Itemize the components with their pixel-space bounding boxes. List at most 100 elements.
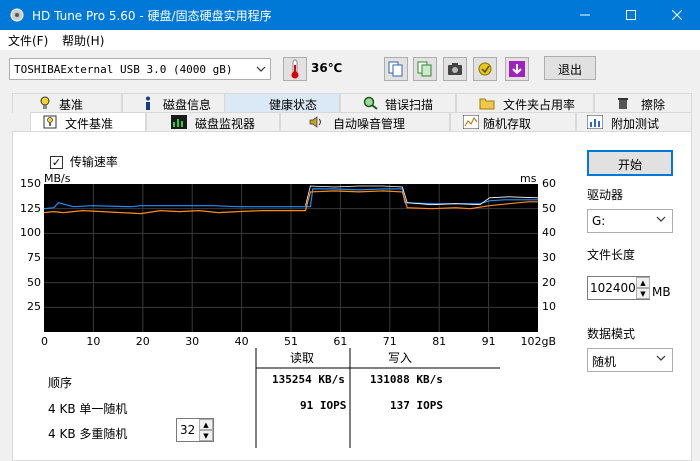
thermometer-icon (291, 59, 299, 79)
window-title: HD Tune Pro 5.60 - 硬盘/固态硬盘实用程序 (32, 9, 272, 23)
download-button[interactable] (505, 57, 529, 81)
y-left-tick-label: 125 (20, 201, 41, 215)
row-sequential-write: 131088 KB/s (370, 373, 443, 386)
file-length-unit: MB (652, 285, 671, 299)
tab-row-bottom: 文件基准 磁盘监视器 自动噪音管理 随机存取 附加测试 (12, 112, 692, 133)
tab-noise-management[interactable]: 自动噪音管理 (280, 112, 450, 132)
x-tick-label: 71 (382, 335, 397, 348)
x-tick-label: 61 (333, 335, 348, 348)
queue-depth-down[interactable]: ▼ (199, 430, 213, 441)
tab-disk-info[interactable]: 磁盘信息 (122, 93, 234, 113)
tab-erase-label: 擦除 (641, 98, 666, 112)
file-length-value: 102400 (590, 281, 636, 295)
row-4k-single-read: 91 IOPS (300, 399, 347, 412)
drive-letter-value: G: (592, 214, 606, 228)
info-icon (146, 96, 150, 110)
toolbar: TOSHIBAExternal USB 3.0 (4000 gB) 36℃ 退出 (0, 50, 700, 90)
transfer-rate-label: 传输速率 (69, 155, 118, 169)
x-tick-label: 0 (41, 335, 48, 348)
monitor-chart-icon (171, 115, 187, 129)
save-icon (478, 62, 492, 76)
random-access-icon (463, 115, 479, 129)
copy-green-icon (417, 61, 432, 77)
lightbulb-icon (40, 96, 50, 109)
copy-all-button[interactable] (413, 57, 437, 81)
trash-icon (618, 98, 628, 109)
row-sequential-label: 顺序 (48, 376, 73, 390)
camera-icon (448, 63, 462, 75)
magnifier-icon (363, 96, 378, 110)
transfer-rate-option[interactable]: ✓ 传输速率 (50, 153, 118, 170)
tab-error-scan[interactable]: 错误扫描 (340, 93, 456, 113)
screenshot-button[interactable] (443, 57, 467, 81)
y-right-tick-label: 30 (542, 251, 556, 264)
y-left-tick-label: 25 (27, 300, 41, 314)
file-benchmark-icon (43, 115, 57, 129)
write-header: 写入 (388, 351, 413, 365)
data-mode-label: 数据模式 (587, 327, 636, 341)
tab-health[interactable]: 健康状态 (224, 93, 340, 113)
y-right-tick-label: 20 (542, 275, 556, 289)
tab-random-access[interactable]: 随机存取 (450, 112, 576, 132)
y-right-tick-label: 10 (542, 300, 556, 314)
results-table: 读取 写入 顺序 135254 KB/s 131088 KB/s 4 KB 单一… (44, 348, 500, 448)
tab-erase[interactable]: 擦除 (594, 93, 692, 113)
tab-row-top: 基准 磁盘信息 健康状态 错误扫描 文件夹占用率 擦除 (12, 93, 692, 113)
menu-file[interactable]: 文件(F) (8, 32, 48, 49)
temperature-readout: 36℃ (311, 61, 343, 75)
drive-letter-dropdown[interactable]: G: (587, 209, 673, 233)
exit-button[interactable]: 退出 (544, 56, 596, 80)
tab-extra-tests[interactable]: 附加测试 (576, 112, 692, 132)
transfer-rate-checkbox[interactable]: ✓ (50, 156, 63, 169)
row-4k-multi-label: 4 KB 多重随机 (48, 427, 128, 441)
tab-disk-monitor[interactable]: 磁盘监视器 (146, 112, 280, 132)
x-tick-label: 20 (135, 335, 150, 348)
menu-help[interactable]: 帮助(H) (62, 32, 104, 49)
data-mode-dropdown[interactable]: 随机 (587, 348, 673, 372)
speaker-icon (309, 116, 321, 128)
file-length-label: 文件长度 (587, 248, 636, 262)
y-left-tick-label: 150 (20, 177, 41, 190)
tab-extra-tests-label: 附加测试 (611, 117, 660, 131)
tab-benchmark[interactable]: 基准 (12, 93, 122, 113)
drive-dropdown[interactable]: TOSHIBAExternal USB 3.0 (4000 gB) (9, 58, 271, 80)
row-4k-single-label: 4 KB 单一随机 (48, 402, 128, 416)
file-length-up[interactable]: ▲ (636, 277, 650, 288)
save-button[interactable] (473, 57, 497, 81)
tab-benchmark-label: 基准 (59, 98, 84, 112)
start-button[interactable]: 开始 (587, 150, 673, 176)
x-tick-label: 40 (234, 335, 249, 348)
folder-icon (479, 98, 495, 110)
tab-random-access-label: 随机存取 (483, 117, 532, 131)
minimize-icon (580, 14, 590, 16)
tab-file-benchmark[interactable]: 文件基准 (30, 112, 146, 133)
app-icon (10, 8, 24, 22)
drive-dropdown-value: TOSHIBAExternal USB 3.0 (4000 gB) (14, 63, 233, 76)
queue-depth-value: 32 (180, 423, 196, 437)
file-length-down[interactable]: ▼ (636, 288, 650, 299)
maximize-icon (626, 10, 636, 20)
y-left-tick-label: 100 (20, 226, 41, 240)
copy-icon (388, 61, 403, 77)
chevron-down-icon (656, 355, 666, 361)
maximize-button[interactable] (608, 0, 654, 30)
x-tick-label: 81 (432, 335, 447, 348)
close-button[interactable] (654, 0, 700, 30)
y-right-tick-label: 40 (542, 226, 556, 240)
tab-folder-usage-label: 文件夹占用率 (503, 98, 576, 112)
copy-info-button[interactable] (384, 57, 408, 81)
y-right-tick-label: 60 (542, 177, 556, 190)
drive-label: 驱动器 (587, 188, 624, 202)
minimize-button[interactable] (562, 0, 608, 30)
close-icon (672, 10, 682, 20)
queue-depth-up[interactable]: ▲ (199, 419, 213, 430)
row-sequential-read: 135254 KB/s (272, 373, 345, 386)
thermometer-button[interactable] (283, 57, 307, 81)
x-tick-label: 10 (86, 335, 101, 348)
chevron-down-icon (256, 66, 266, 72)
data-mode-value: 随机 (592, 355, 617, 369)
queue-depth-stepper[interactable]: 32 ▲ ▼ (176, 418, 214, 442)
tab-file-benchmark-label: 文件基准 (65, 117, 114, 131)
tab-folder-usage[interactable]: 文件夹占用率 (456, 93, 594, 113)
x-tick-label: 30 (185, 335, 200, 348)
